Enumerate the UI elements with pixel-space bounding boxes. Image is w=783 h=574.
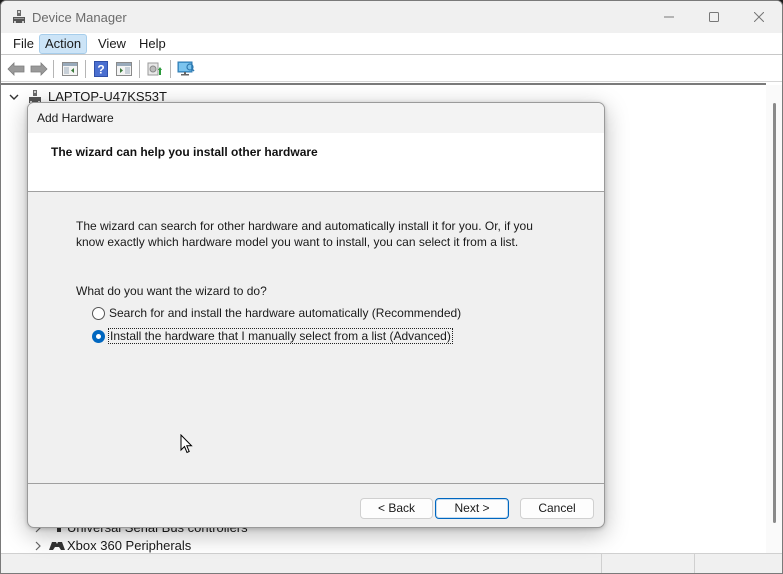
svg-text:?: ? — [97, 63, 104, 77]
show-hide-console-tree-icon — [62, 62, 78, 76]
toolbar-separator — [170, 60, 171, 78]
option-install-manually[interactable]: Install the hardware that I manually sel… — [92, 327, 453, 345]
status-cell — [601, 554, 602, 573]
show-hide-console-tree-button[interactable] — [60, 59, 80, 79]
close-button[interactable] — [736, 1, 782, 33]
dialog-title: Add Hardware — [37, 111, 114, 125]
cancel-button[interactable]: Cancel — [520, 498, 594, 519]
footer-divider — [28, 483, 604, 484]
question-label: What do you want the wizard to do? — [76, 284, 267, 298]
update-driver-icon — [147, 62, 162, 76]
dialog-body: The wizard can search for other hardware… — [28, 193, 604, 483]
back-button[interactable]: < Back — [360, 498, 433, 519]
scan-hardware-changes-button[interactable] — [176, 59, 196, 79]
back-button[interactable] — [6, 59, 26, 79]
option-search-automatically[interactable]: Search for and install the hardware auto… — [92, 304, 461, 322]
title-bar[interactable]: Device Manager — [1, 1, 782, 33]
radio-label[interactable]: Search for and install the hardware auto… — [109, 306, 461, 320]
menu-bar: File Action View Help — [1, 33, 782, 55]
add-hardware-dialog: Add Hardware The wizard can help you ins… — [27, 102, 605, 528]
dialog-header: The wizard can help you install other ha… — [28, 133, 604, 192]
next-button[interactable]: Next > — [435, 498, 509, 519]
window-title: Device Manager — [32, 10, 127, 25]
scrollbar-thumb[interactable] — [773, 103, 776, 523]
menu-view[interactable]: View — [93, 34, 131, 54]
toolbar-separator — [85, 60, 86, 78]
mouse-cursor-icon — [180, 434, 193, 454]
minimize-icon — [664, 16, 674, 18]
minimize-button[interactable] — [646, 1, 692, 33]
maximize-icon — [709, 12, 719, 22]
chevron-down-icon[interactable] — [9, 87, 21, 107]
help-button[interactable]: ? — [91, 59, 111, 79]
gamepad-icon — [47, 538, 67, 554]
intro-text: The wizard can search for other hardware… — [76, 219, 533, 249]
menu-action[interactable]: Action — [39, 34, 88, 54]
maximize-button[interactable] — [691, 1, 737, 33]
dialog-title-bar[interactable]: Add Hardware — [28, 103, 604, 133]
update-driver-button[interactable] — [145, 59, 165, 79]
status-bar — [1, 553, 782, 573]
device-manager-icon — [11, 9, 27, 25]
forward-button[interactable] — [29, 59, 49, 79]
close-icon — [754, 12, 764, 22]
status-cell — [694, 554, 695, 573]
toolbar-separator — [139, 60, 140, 78]
toolbar: ? — [1, 56, 782, 82]
forward-arrow-icon — [30, 62, 48, 76]
radio-label[interactable]: Install the hardware that I manually sel… — [108, 328, 453, 344]
show-hide-action-pane-button[interactable] — [114, 59, 134, 79]
menu-help[interactable]: Help — [134, 34, 171, 54]
scan-hardware-changes-icon — [177, 61, 195, 76]
toolbar-separator — [53, 60, 54, 78]
help-icon: ? — [94, 61, 108, 77]
dialog-heading: The wizard can help you install other ha… — [51, 145, 318, 159]
radio-button-checked[interactable] — [92, 329, 105, 343]
vertical-scrollbar[interactable] — [766, 85, 782, 553]
radio-button[interactable] — [92, 306, 105, 320]
back-arrow-icon — [7, 62, 25, 76]
show-hide-action-pane-icon — [116, 62, 132, 76]
menu-file[interactable]: File — [8, 34, 39, 54]
